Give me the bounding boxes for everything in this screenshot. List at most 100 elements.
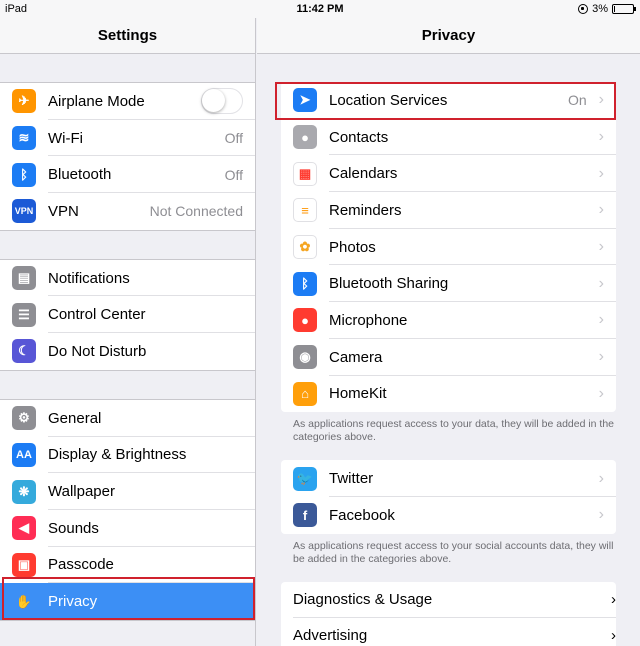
- airplane-mode-toggle[interactable]: [201, 88, 243, 115]
- settings-row-contacts[interactable]: ● Contacts ›: [281, 119, 616, 156]
- settings-row-microphone[interactable]: ● Microphone ›: [281, 302, 616, 339]
- microphone-icon: ●: [293, 308, 317, 333]
- settings-row-calendars[interactable]: ▦ Calendars ›: [281, 155, 616, 192]
- row-label: Bluetooth Sharing: [329, 275, 449, 293]
- row-label: Sounds: [48, 519, 99, 537]
- sidebar-title: Settings: [0, 18, 255, 54]
- settings-row-privacy[interactable]: ✋ Privacy: [0, 583, 255, 620]
- settings-row-control-center[interactable]: ☰ Control Center: [0, 296, 255, 333]
- status-right: 3%: [578, 3, 636, 15]
- row-label: Wi-Fi: [48, 129, 83, 147]
- settings-row-sounds[interactable]: ◀ Sounds: [0, 510, 255, 547]
- settings-row-homekit[interactable]: ⌂ HomeKit ›: [281, 376, 616, 413]
- row-label: Location Services: [329, 91, 448, 109]
- social-note: As applications request access to your s…: [293, 539, 614, 565]
- bluetooth-icon: ᛒ: [12, 162, 36, 187]
- row-label: Notifications: [48, 269, 130, 287]
- settings-row-location-services[interactable]: ➤ Location Services On ›: [281, 82, 616, 119]
- settings-row-wallpaper[interactable]: ❋ Wallpaper: [0, 473, 255, 510]
- social-accounts-card: 🐦 Twitter › f Facebook ›: [281, 460, 616, 534]
- row-label: Camera: [329, 348, 383, 366]
- row-value: Off: [224, 166, 243, 183]
- row-label: Airplane Mode: [48, 92, 145, 110]
- chevron-right-icon: ›: [598, 128, 604, 146]
- chevron-right-icon: ›: [598, 164, 604, 182]
- lock-icon: ▣: [12, 552, 36, 577]
- settings-row-facebook[interactable]: f Facebook ›: [281, 497, 616, 534]
- hand-icon: ✋: [15, 593, 33, 609]
- location-arrow-icon: ➤: [293, 88, 317, 113]
- row-label: Display & Brightness: [48, 446, 187, 464]
- settings-row-photos[interactable]: ✿ Photos ›: [281, 229, 616, 266]
- settings-row-camera[interactable]: ◉ Camera ›: [281, 339, 616, 376]
- settings-row-display-and-brightness[interactable]: AA Display & Brightness: [0, 437, 255, 474]
- settings-row-diagnostics-and-usage[interactable]: Diagnostics & Usage ›: [281, 582, 616, 618]
- row-label: VPN: [48, 202, 79, 220]
- privacy-note: As applications request access to your d…: [293, 418, 615, 444]
- clock: 11:42 PM: [296, 3, 344, 15]
- display-icon: AA: [12, 442, 36, 467]
- chevron-right-icon: ›: [598, 384, 604, 402]
- chevron-right-icon: ›: [598, 469, 604, 487]
- row-label: Diagnostics & Usage: [293, 591, 433, 609]
- settings-row-bluetooth[interactable]: ᛒ Bluetooth Off: [0, 156, 255, 193]
- settings-row-notifications[interactable]: ▤ Notifications: [0, 260, 255, 297]
- settings-row-airplane-mode[interactable]: ✈ Airplane Mode: [0, 83, 255, 120]
- rotation-lock-icon: [578, 4, 589, 14]
- row-value: On: [567, 92, 587, 109]
- speaker-icon: ◀: [12, 516, 36, 541]
- row-label: Reminders: [329, 201, 402, 219]
- row-value: Not Connected: [149, 203, 243, 220]
- row-label: Microphone: [329, 311, 408, 329]
- diagnostics-card: Diagnostics & Usage › Advertising ›: [281, 581, 616, 646]
- chevron-right-icon: ›: [611, 627, 616, 645]
- moon-icon: ☾: [12, 339, 36, 364]
- settings-row-reminders[interactable]: ≡ Reminders ›: [281, 192, 616, 229]
- chevron-right-icon: ›: [598, 274, 604, 292]
- chevron-right-icon: ›: [598, 238, 604, 256]
- chevron-right-icon: ›: [598, 91, 604, 109]
- settings-row-advertising[interactable]: Advertising ›: [281, 618, 616, 646]
- photos-icon: ✿: [293, 235, 317, 260]
- row-label: Passcode: [48, 556, 114, 574]
- settings-row-general[interactable]: ⚙ General: [0, 400, 255, 437]
- row-label: Facebook: [329, 506, 395, 524]
- battery-icon: [612, 4, 636, 14]
- settings-row-passcode[interactable]: ▣ Passcode: [0, 547, 255, 584]
- settings-row-bluetooth-sharing[interactable]: ᛒ Bluetooth Sharing ›: [281, 265, 616, 302]
- settings-group: ✈ Airplane Mode ≋ Wi-Fi Off ᛒ Bluetooth Off VPN V…: [0, 82, 255, 231]
- settings-group: ⚙ General AA Display & Brightness ❋ Wallpaper…: [0, 398, 255, 621]
- contacts-icon: ●: [293, 125, 317, 150]
- wifi-icon: ≋: [12, 126, 36, 151]
- row-label: Twitter: [329, 470, 374, 488]
- reminders-icon: ≡: [293, 198, 317, 223]
- row-label: Bluetooth: [48, 166, 112, 184]
- settings-group: ▤ Notifications ☰ Control Center ☾ Do Not Dis…: [0, 258, 255, 371]
- row-label: Calendars: [329, 165, 398, 183]
- row-label: Control Center: [48, 306, 146, 324]
- vpn-icon: VPN: [12, 199, 36, 224]
- row-label: Contacts: [329, 128, 389, 146]
- calendar-icon: ▦: [293, 161, 317, 186]
- row-label: Photos: [329, 238, 376, 256]
- settings-row-twitter[interactable]: 🐦 Twitter ›: [281, 460, 616, 497]
- settings-row-do-not-disturb[interactable]: ☾ Do Not Disturb: [0, 333, 255, 370]
- row-label: Wallpaper: [48, 483, 115, 501]
- row-value: Off: [224, 130, 243, 147]
- settings-row-vpn[interactable]: VPN VPN Not Connected: [0, 193, 255, 230]
- status-bar: iPad 11:42 PM 3%: [0, 0, 640, 18]
- gear-icon: ⚙: [12, 406, 36, 431]
- airplane-icon: ✈: [12, 89, 36, 114]
- settings-sidebar: Settings ✈ Airplane Mode ≋ Wi-Fi Off ᛒ Bluetoo…: [0, 18, 256, 646]
- settings-row-wi-fi[interactable]: ≋ Wi-Fi Off: [0, 120, 255, 157]
- row-label: Advertising: [293, 627, 368, 645]
- battery-percent: 3%: [592, 3, 608, 15]
- chevron-right-icon: ›: [598, 348, 604, 366]
- chevron-right-icon: ›: [598, 201, 604, 219]
- wallpaper-icon: ❋: [12, 479, 36, 504]
- row-label: HomeKit: [329, 385, 387, 403]
- privacy-categories-card: ➤ Location Services On › ● Contacts › ▦ Calendar…: [281, 82, 616, 413]
- control-center-icon: ☰: [12, 302, 36, 327]
- row-label: General: [48, 409, 102, 427]
- bluetooth-icon: ᛒ: [293, 271, 317, 296]
